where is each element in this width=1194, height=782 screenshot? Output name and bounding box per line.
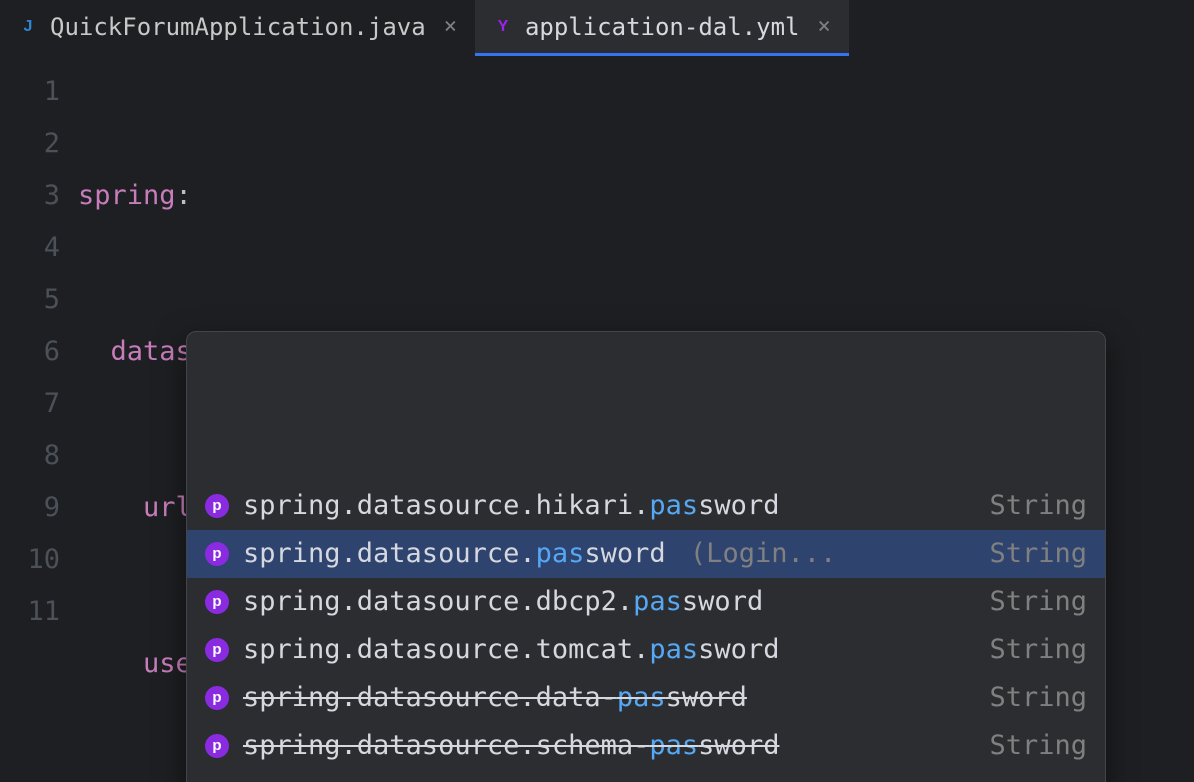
tab-application-dal[interactable]: Y application-dal.yml × xyxy=(475,0,849,56)
autocomplete-label: spring.datasource.password (Login... xyxy=(243,530,975,578)
property-icon: p xyxy=(205,638,229,662)
autocomplete-popup: p spring.datasource.hikari.password String… xyxy=(186,331,1106,782)
line-number: 6 xyxy=(0,326,60,378)
close-icon[interactable]: × xyxy=(438,16,457,38)
line-number: 3 xyxy=(0,170,60,222)
tab-bar: J QuickForumApplication.java × Y applica… xyxy=(0,0,1194,56)
line-number: 2 xyxy=(0,118,60,170)
property-icon: p xyxy=(205,734,229,758)
line-number-gutter: 1 2 3 4 5 6 7 8 9 10 11 xyxy=(0,56,78,782)
property-icon: p xyxy=(205,686,229,710)
autocomplete-type: String xyxy=(989,722,1087,770)
close-icon[interactable]: × xyxy=(811,16,830,38)
tab-label: application-dal.yml xyxy=(525,13,800,41)
line-number: 5 xyxy=(0,274,60,326)
line-number: 11 xyxy=(0,586,60,638)
code-editor[interactable]: 1 2 3 4 5 6 7 8 9 10 11 spring: datasour… xyxy=(0,56,1194,782)
autocomplete-item[interactable]: p spring.datasource.data-password String xyxy=(187,674,1105,722)
autocomplete-extra: (Login... xyxy=(674,538,837,569)
autocomplete-type: String xyxy=(989,626,1087,674)
tab-label: QuickForumApplication.java xyxy=(50,13,426,41)
tab-quickforumapplication[interactable]: J QuickForumApplication.java × xyxy=(0,0,475,56)
autocomplete-item[interactable]: p spring.datasource.dbcp2.password String xyxy=(187,578,1105,626)
autocomplete-label: spring.datasource.schema-password xyxy=(243,722,975,770)
line-number: 1 xyxy=(0,66,60,118)
line-number: 4 xyxy=(0,222,60,274)
autocomplete-label: spring.datasource.hikari.password xyxy=(243,482,975,530)
autocomplete-item[interactable]: p spring.datasource.password (Login... Str… xyxy=(187,530,1105,578)
autocomplete-label: spring.datasource.dbcp2.password xyxy=(243,578,975,626)
property-icon: p xyxy=(205,590,229,614)
autocomplete-item[interactable]: p spring.datasource.tomcat.password String xyxy=(187,626,1105,674)
yaml-file-icon: Y xyxy=(493,17,513,37)
line-number: 10 xyxy=(0,534,60,586)
line-number: 8 xyxy=(0,430,60,482)
autocomplete-type: String xyxy=(989,674,1087,722)
autocomplete-item[interactable]: p spring.datasource.schema-password String xyxy=(187,722,1105,770)
property-icon: p xyxy=(205,494,229,518)
java-file-icon: J xyxy=(18,17,38,37)
autocomplete-item[interactable]: p spring.datasource.hikari.password String xyxy=(187,482,1105,530)
autocomplete-label: spring.datasource.data-password xyxy=(243,674,975,722)
code-line[interactable]: spring: xyxy=(78,170,1194,222)
autocomplete-type: String xyxy=(989,482,1087,530)
autocomplete-type: String xyxy=(989,530,1087,578)
autocomplete-type: String xyxy=(989,578,1087,626)
property-icon: p xyxy=(205,542,229,566)
line-number: 9 xyxy=(0,482,60,534)
line-number: 7 xyxy=(0,378,60,430)
code-area[interactable]: spring: datasource: url: jdbc:mysql://12… xyxy=(78,56,1194,782)
autocomplete-label: spring.datasource.tomcat.password xyxy=(243,626,975,674)
